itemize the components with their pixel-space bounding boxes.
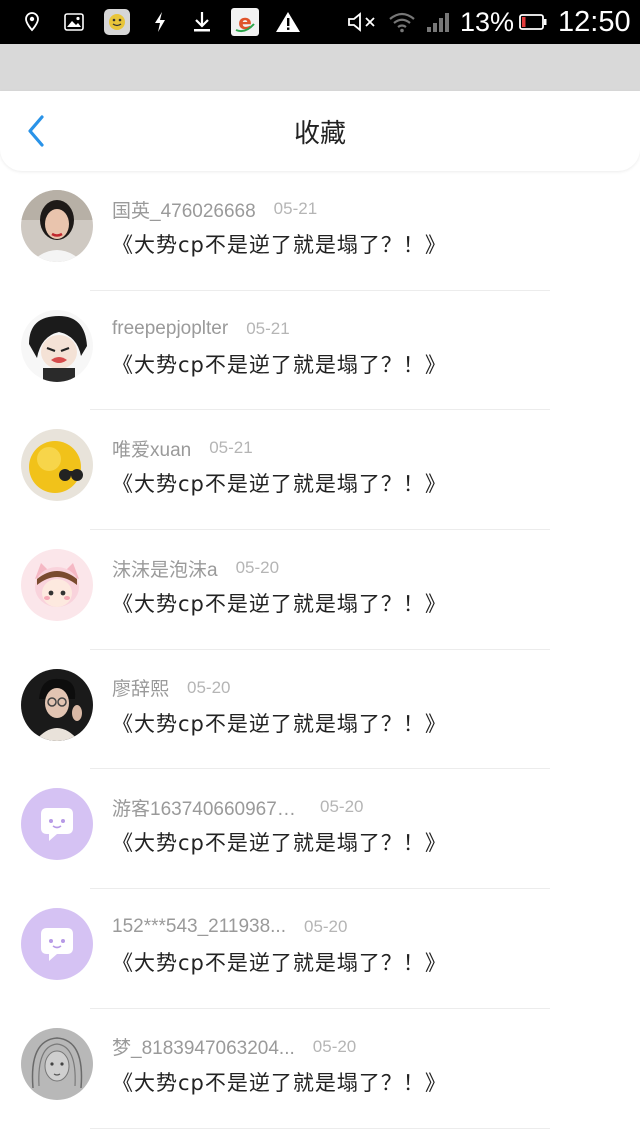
favorites-list: 国英_476026668 05-21 《大势cp不是逆了就是塌了？！》 free… (0, 171, 640, 1129)
post-title[interactable]: 《大势cp不是逆了就是塌了？！》 (112, 229, 447, 259)
divider (90, 1127, 550, 1129)
post-title[interactable]: 《大势cp不是逆了就是塌了？！》 (112, 468, 447, 498)
post-date: 05-20 (303, 917, 348, 937)
post-title[interactable]: 《大势cp不是逆了就是塌了？！》 (112, 349, 447, 379)
nav-bar: 收藏 (0, 91, 640, 171)
list-item[interactable]: 沫沫是泡沫a 05-20 《大势cp不是逆了就是塌了？！》 (0, 530, 640, 650)
page-title: 收藏 (293, 119, 346, 149)
username: 梦_8183947063204... (112, 1038, 295, 1060)
location-icon (20, 0, 44, 44)
cartoon-girl-avatar[interactable] (21, 549, 93, 622)
app-e-icon: e (230, 0, 260, 44)
post-date: 05-21 (246, 318, 290, 338)
anime-character-avatar[interactable] (21, 309, 93, 382)
battery-percent: 13% (460, 7, 515, 37)
username: 唯爱xuan (112, 439, 192, 461)
clock-time: 12:50 (558, 6, 631, 38)
app-notification-icon (103, 0, 131, 44)
download-icon (190, 0, 214, 44)
username: 152***543_211938... (112, 916, 286, 938)
sketch-girl-avatar[interactable] (21, 1027, 93, 1100)
post-title[interactable]: 《大势cp不是逆了就是塌了？！》 (112, 827, 447, 857)
post-date: 05-20 (235, 558, 280, 578)
post-date: 05-20 (187, 677, 231, 697)
list-item[interactable]: 152***543_211938... 05-20 《大势cp不是逆了就是塌了？… (0, 889, 640, 1009)
photo-woman-avatar[interactable] (21, 190, 93, 262)
post-date: 05-21 (273, 199, 318, 218)
flash-icon (150, 0, 170, 44)
yellow-chick-avatar[interactable] (21, 429, 93, 502)
username: freepepjoplter (112, 317, 229, 339)
battery-icon (518, 0, 548, 44)
username: 国英_476026668 (112, 200, 256, 222)
list-item[interactable]: 唯爱xuan 05-21 《大势cp不是逆了就是塌了？！》 (0, 410, 640, 531)
post-date: 05-21 (209, 438, 253, 458)
list-item[interactable]: 国英_476026668 05-21 《大势cp不是逆了就是塌了？！》 (0, 171, 640, 291)
post-title[interactable]: 《大势cp不是逆了就是塌了？！》 (112, 1067, 447, 1097)
post-date: 05-20 (320, 797, 364, 817)
username: 廖辞熙 (112, 679, 170, 701)
photo-man-avatar[interactable] (21, 668, 93, 741)
default-chat-avatar[interactable] (21, 908, 93, 981)
header-gray-band (0, 44, 640, 91)
default-chat-avatar[interactable] (21, 788, 93, 861)
warning-icon (274, 0, 302, 44)
list-item[interactable]: 廖辞熙 05-20 《大势cp不是逆了就是塌了？！》 (0, 650, 640, 770)
signal-icon (424, 0, 452, 44)
list-item[interactable]: 梦_8183947063204... 05-20 《大势cp不是逆了就是塌了？！… (0, 1009, 640, 1129)
username: 游客1637406609677... (112, 798, 302, 820)
mute-icon (346, 0, 378, 44)
username: 沫沫是泡沫a (112, 559, 218, 581)
list-item[interactable]: freepepjoplter 05-21 《大势cp不是逆了就是塌了？！》 (0, 291, 640, 411)
post-title[interactable]: 《大势cp不是逆了就是塌了？！》 (112, 947, 447, 977)
post-title[interactable]: 《大势cp不是逆了就是塌了？！》 (112, 588, 447, 618)
wifi-icon (386, 0, 418, 44)
post-date: 05-20 (312, 1036, 357, 1056)
image-icon (62, 0, 86, 44)
status-bar: e 13% 12:50 (0, 0, 640, 44)
post-title[interactable]: 《大势cp不是逆了就是塌了？！》 (112, 708, 447, 738)
list-item[interactable]: 游客1637406609677... 05-20 《大势cp不是逆了就是塌了？！… (0, 769, 640, 890)
